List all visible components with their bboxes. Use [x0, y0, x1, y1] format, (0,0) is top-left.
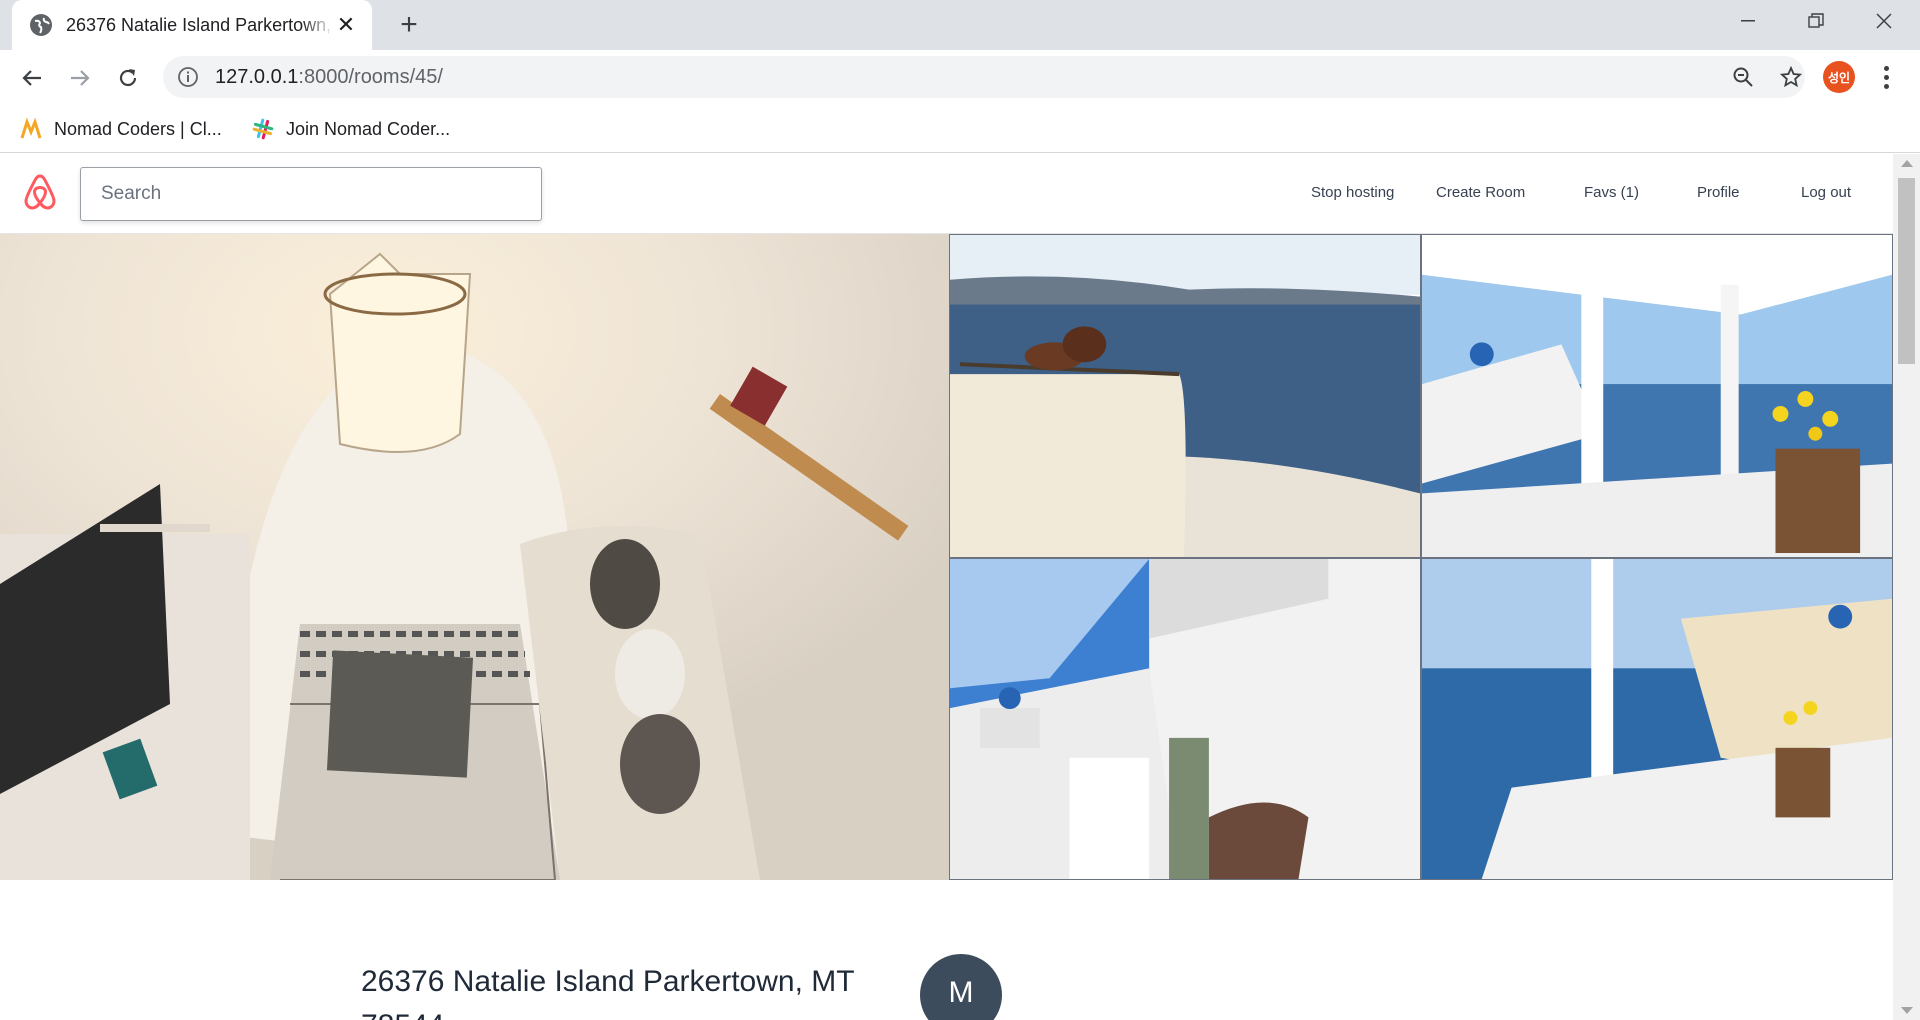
back-button[interactable]	[10, 56, 54, 100]
restore-button[interactable]	[1782, 0, 1850, 42]
bookmark-label: Join Nomad Coder...	[286, 118, 451, 139]
forward-button[interactable]	[58, 56, 102, 100]
site-navbar: Stop hosting Create Room Favs (1) Profil…	[0, 154, 1893, 234]
room-title-line2: 78544	[361, 1004, 855, 1020]
url-text: 127.0.0.1:8000/rooms/45/	[215, 66, 443, 89]
url-path: :8000/rooms/45/	[298, 65, 443, 88]
photo-gallery	[0, 234, 1893, 880]
slack-icon	[252, 118, 274, 140]
host-avatar[interactable]: M	[920, 954, 1002, 1020]
info-icon[interactable]	[177, 66, 199, 88]
nomad-coders-icon	[20, 118, 42, 139]
page-viewport: Stop hosting Create Room Favs (1) Profil…	[0, 154, 1893, 1020]
url-host: 127.0.0.1	[215, 65, 299, 88]
bookmark-join-nomad[interactable]: Join Nomad Coder...	[252, 114, 450, 144]
profile-avatar[interactable]: 성인	[1823, 61, 1855, 93]
page-scrollbar[interactable]	[1893, 154, 1920, 1020]
tab-title: 26376 Natalie Island Parkertown, MT	[66, 14, 334, 35]
minimize-button[interactable]	[1714, 0, 1782, 42]
gallery-photo-3[interactable]	[949, 558, 1421, 880]
room-title: 26376 Natalie Island Parkertown, MT 7854…	[361, 960, 855, 1020]
forward-arrow-icon	[71, 70, 90, 86]
gallery-photo-1[interactable]	[949, 234, 1421, 558]
back-arrow-icon	[22, 70, 41, 86]
close-window-button[interactable]	[1850, 0, 1918, 42]
airbnb-logo-icon[interactable]	[20, 172, 60, 212]
nav-profile[interactable]: Profile	[1697, 184, 1740, 201]
nav-stop-hosting[interactable]: Stop hosting	[1311, 184, 1394, 201]
nav-favs[interactable]: Favs (1)	[1584, 184, 1639, 201]
scroll-up-arrow-icon[interactable]	[1901, 160, 1913, 167]
browser-tab[interactable]: 26376 Natalie Island Parkertown, MT ✕	[12, 0, 372, 50]
main-room-photo[interactable]	[0, 234, 949, 880]
room-title-line1: 26376 Natalie Island Parkertown, MT	[361, 965, 855, 998]
globe-icon	[30, 14, 52, 36]
menu-kebab-icon[interactable]	[1872, 60, 1900, 94]
nav-log-out[interactable]: Log out	[1801, 184, 1851, 201]
gallery-photo-2[interactable]	[1421, 234, 1893, 558]
search-input[interactable]	[80, 167, 542, 221]
reload-icon	[119, 69, 137, 87]
nav-create-room[interactable]: Create Room	[1436, 184, 1525, 201]
zoom-icon[interactable]	[1721, 56, 1765, 98]
bookmark-nomad-coders[interactable]: Nomad Coders | Cl...	[20, 114, 222, 144]
tab-strip: 26376 Natalie Island Parkertown, MT ✕ +	[0, 0, 1920, 50]
tab-close-icon[interactable]: ✕	[334, 12, 358, 38]
browser-toolbar: 127.0.0.1:8000/rooms/45/ 성인	[0, 50, 1920, 106]
reload-button[interactable]	[106, 56, 150, 100]
scrollbar-thumb[interactable]	[1898, 178, 1915, 364]
gallery-photo-4[interactable]	[1421, 558, 1893, 880]
scroll-down-arrow-icon[interactable]	[1901, 1007, 1913, 1014]
address-bar[interactable]: 127.0.0.1:8000/rooms/45/	[163, 56, 1805, 98]
bookmark-label: Nomad Coders | Cl...	[54, 118, 222, 139]
bookmarks-bar: Nomad Coders | Cl... Join Nomad Coder...	[0, 106, 1920, 153]
bookmark-star-icon[interactable]	[1769, 56, 1813, 98]
room-details: 26376 Natalie Island Parkertown, MT 7854…	[0, 880, 1893, 1020]
new-tab-button[interactable]: +	[392, 8, 426, 42]
